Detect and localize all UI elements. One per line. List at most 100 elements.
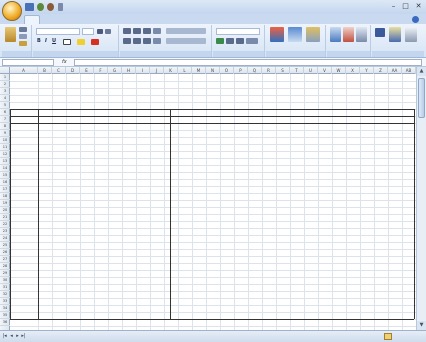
office-button[interactable] <box>2 1 22 21</box>
currency-icon[interactable] <box>216 38 224 44</box>
column-header[interactable]: N <box>206 67 220 74</box>
maximize-button[interactable]: □ <box>400 2 411 11</box>
font-color-icon[interactable] <box>91 39 99 45</box>
row-header[interactable]: 5 <box>0 102 10 109</box>
format-painter-icon[interactable] <box>19 41 27 46</box>
column-header[interactable]: Z <box>374 67 388 74</box>
last-sheet-arrow-icon[interactable]: ▸| <box>21 333 26 340</box>
row-header[interactable]: 8 <box>0 123 10 130</box>
column-header[interactable]: Q <box>248 67 262 74</box>
scroll-up-arrow-icon[interactable]: ▲ <box>417 67 426 76</box>
column-header[interactable]: F <box>94 67 108 74</box>
tab-home[interactable] <box>24 15 40 24</box>
undo-icon[interactable] <box>37 3 44 11</box>
row-header[interactable]: 7 <box>0 116 10 123</box>
row-header[interactable]: 33 <box>0 298 10 305</box>
row-header[interactable]: 23 <box>0 228 10 235</box>
font-name-box[interactable] <box>36 28 80 35</box>
align-top-icon[interactable] <box>123 28 131 34</box>
tab-view[interactable] <box>134 15 146 24</box>
tab-formulas[interactable] <box>88 15 100 24</box>
delete-cells-icon[interactable] <box>343 27 354 42</box>
bold-button[interactable]: B <box>37 38 41 45</box>
name-box[interactable] <box>2 59 54 66</box>
find-select-icon[interactable] <box>405 27 417 42</box>
italic-button[interactable]: I <box>45 38 47 45</box>
align-center-icon[interactable] <box>133 38 141 44</box>
column-header[interactable]: AA <box>388 67 402 74</box>
sort-filter-icon[interactable] <box>389 27 401 42</box>
percent-icon[interactable] <box>226 38 234 44</box>
row-header[interactable]: 24 <box>0 235 10 242</box>
row-header[interactable]: 32 <box>0 291 10 298</box>
row-header[interactable]: 16 <box>0 179 10 186</box>
column-header[interactable]: P <box>234 67 248 74</box>
column-header[interactable]: AB <box>402 67 416 74</box>
row-header[interactable]: 21 <box>0 214 10 221</box>
paste-icon[interactable] <box>5 27 16 42</box>
scroll-thumb[interactable] <box>418 78 425 118</box>
column-header[interactable]: R <box>262 67 276 74</box>
underline-button[interactable]: U <box>52 38 56 45</box>
row-header[interactable]: 6 <box>0 109 10 116</box>
column-header[interactable]: E <box>80 67 94 74</box>
insert-sheet-icon[interactable] <box>384 333 392 340</box>
column-header[interactable]: V <box>318 67 332 74</box>
shrink-font-icon[interactable] <box>105 29 111 34</box>
column-header[interactable]: K <box>164 67 178 74</box>
save-icon[interactable] <box>25 3 34 11</box>
column-header[interactable]: A <box>10 67 38 74</box>
next-sheet-arrow-icon[interactable]: ▸ <box>15 333 20 340</box>
row-header[interactable]: 17 <box>0 186 10 193</box>
column-header[interactable]: O <box>220 67 234 74</box>
format-cells-icon[interactable] <box>356 27 367 42</box>
font-size-box[interactable] <box>82 28 94 35</box>
cut-icon[interactable] <box>19 27 27 32</box>
row-header[interactable]: 12 <box>0 151 10 158</box>
column-header[interactable]: L <box>178 67 192 74</box>
orientation-icon[interactable] <box>153 28 161 34</box>
vertical-scrollbar[interactable]: ▲ ▼ <box>416 67 426 330</box>
align-left-icon[interactable] <box>123 38 131 44</box>
copy-icon[interactable] <box>19 34 27 39</box>
select-all-corner[interactable] <box>0 67 10 74</box>
border-icon[interactable] <box>63 39 71 45</box>
row-header[interactable]: 14 <box>0 165 10 172</box>
row-header[interactable]: 29 <box>0 270 10 277</box>
grow-font-icon[interactable] <box>97 29 103 34</box>
column-header[interactable]: C <box>52 67 66 74</box>
tab-review[interactable] <box>120 15 132 24</box>
column-header[interactable]: I <box>136 67 150 74</box>
first-sheet-arrow-icon[interactable]: |◂ <box>2 333 7 340</box>
spreadsheet-grid[interactable] <box>10 74 416 330</box>
row-header[interactable]: 10 <box>0 137 10 144</box>
align-right-icon[interactable] <box>143 38 151 44</box>
row-header[interactable]: 3 <box>0 88 10 95</box>
row-header[interactable]: 20 <box>0 207 10 214</box>
row-header[interactable]: 36 <box>0 319 10 326</box>
column-header[interactable]: X <box>346 67 360 74</box>
format-table-icon[interactable] <box>288 27 302 42</box>
row-header[interactable]: 4 <box>0 95 10 102</box>
row-header[interactable]: 34 <box>0 305 10 312</box>
autosum-icon[interactable] <box>375 28 385 37</box>
help-icon[interactable] <box>412 16 419 23</box>
row-header[interactable]: 19 <box>0 200 10 207</box>
row-header[interactable]: 31 <box>0 284 10 291</box>
row-header[interactable]: 15 <box>0 172 10 179</box>
column-header[interactable]: W <box>332 67 346 74</box>
row-header[interactable]: 2 <box>0 81 10 88</box>
row-header[interactable]: 27 <box>0 256 10 263</box>
tab-page-layout[interactable] <box>56 15 86 24</box>
row-header[interactable]: 35 <box>0 312 10 319</box>
row-header[interactable]: 9 <box>0 130 10 137</box>
column-header[interactable]: B <box>38 67 52 74</box>
column-header[interactable]: D <box>66 67 80 74</box>
row-header[interactable]: 26 <box>0 249 10 256</box>
row-header[interactable]: 25 <box>0 242 10 249</box>
number-format-box[interactable] <box>216 28 260 35</box>
row-header[interactable]: 18 <box>0 193 10 200</box>
row-header[interactable]: 22 <box>0 221 10 228</box>
conditional-format-icon[interactable] <box>270 27 284 42</box>
column-header[interactable]: M <box>192 67 206 74</box>
